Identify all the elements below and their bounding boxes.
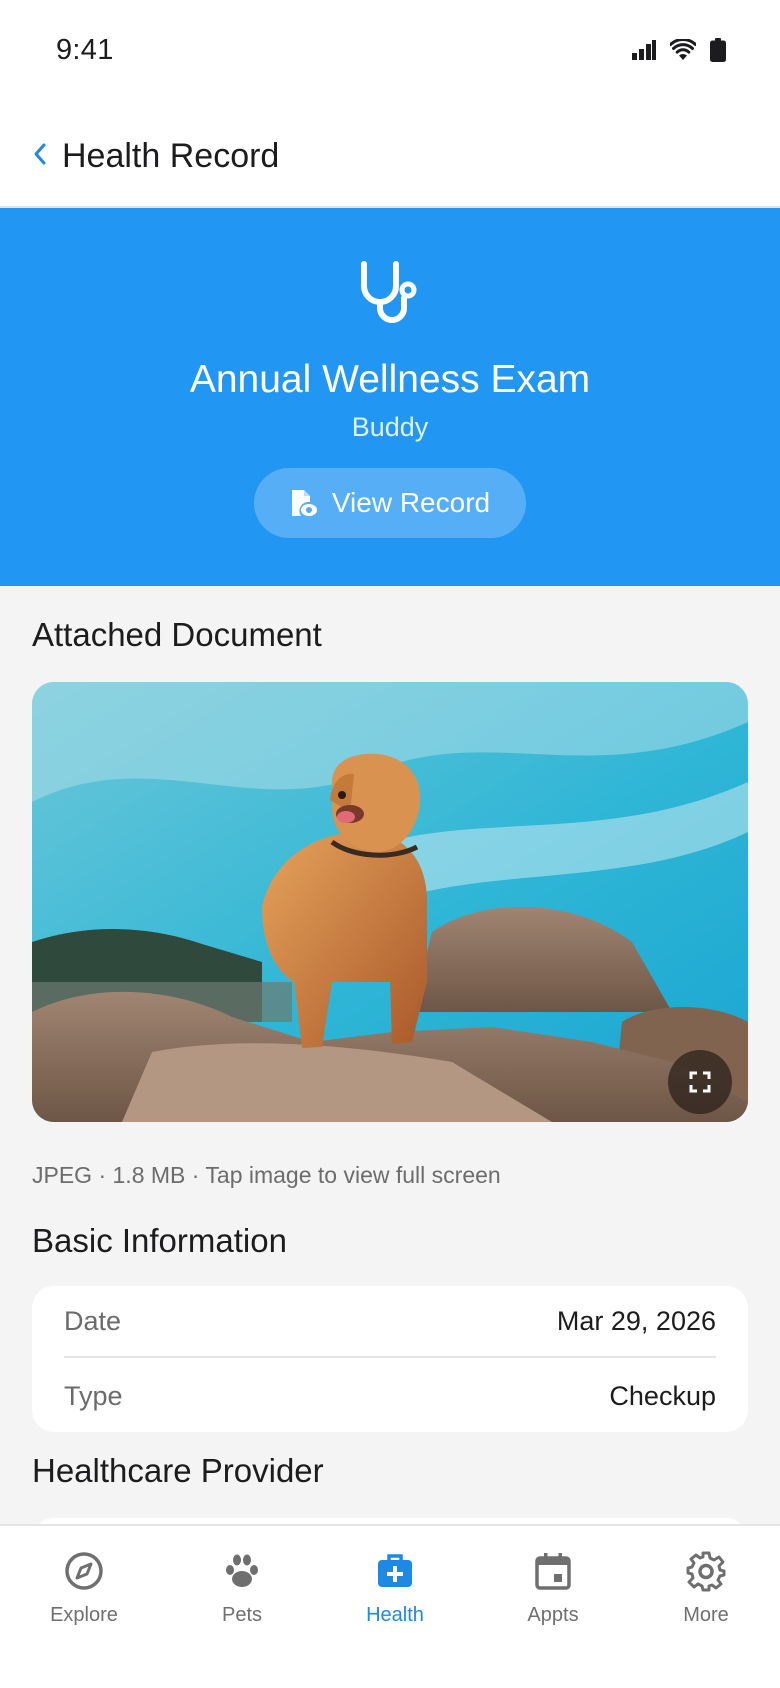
section-title-basic-information: Basic Information (32, 1222, 287, 1259)
nav-item-pets[interactable]: Pets (177, 1550, 307, 1650)
back-button[interactable] (26, 132, 54, 176)
file-eye-icon (291, 490, 317, 516)
basic-information-card: Date Mar 29, 2026 Type Checkup (32, 1286, 748, 1432)
view-record-label: View Record (331, 487, 491, 518)
nav-label: Pets (221, 1604, 263, 1626)
record-title: Annual Wellness Exam (189, 358, 591, 401)
expand-icon (689, 1071, 711, 1093)
status-time: 9:41 (56, 34, 114, 66)
status-bar: 9:41 (0, 0, 780, 104)
section-title-attached-document: Attached Document (32, 616, 322, 653)
document-meta: JPEG · 1.8 MB · Tap image to view full s… (32, 1162, 501, 1188)
cellular-signal-icon (632, 40, 656, 60)
phone-screen: 9:41 Health Record Annual Wellness Exam … (0, 0, 780, 1688)
info-value: Mar 29, 2026 (556, 1305, 716, 1336)
status-icons (632, 38, 726, 62)
battery-icon (710, 38, 726, 62)
bottom-navigation: Explore Pets Health Appts More (0, 1524, 780, 1688)
record-header: Annual Wellness Exam Buddy View Record (0, 208, 780, 586)
nav-item-appts[interactable]: Appts (488, 1550, 618, 1650)
nav-label: Appts (527, 1604, 579, 1626)
stethoscope-icon (361, 261, 417, 323)
info-value: Checkup (609, 1380, 716, 1411)
gear-icon (686, 1551, 726, 1592)
nav-label: Explore (50, 1604, 118, 1626)
app-bar: Health Record (0, 104, 780, 208)
paw-icon (226, 1554, 258, 1587)
compass-icon (65, 1552, 103, 1590)
info-label: Date (64, 1305, 122, 1336)
nav-label: More (683, 1604, 729, 1626)
chevron-left-icon (34, 143, 46, 165)
calendar-icon (535, 1553, 571, 1590)
page-title: Health Record (62, 137, 280, 175)
nav-item-health[interactable]: Health (330, 1550, 460, 1650)
wifi-icon (670, 39, 696, 60)
nav-item-explore[interactable]: Explore (19, 1550, 149, 1650)
dog-photo (32, 682, 748, 1122)
nav-label: Health (366, 1604, 424, 1626)
pet-name: Buddy (351, 412, 429, 442)
nav-item-more[interactable]: More (641, 1550, 771, 1650)
medical-bag-icon (378, 1554, 412, 1587)
info-label: Type (64, 1380, 123, 1411)
info-row-type: Type Checkup (64, 1360, 716, 1432)
section-title-healthcare-provider: Healthcare Provider (32, 1452, 324, 1489)
fullscreen-button[interactable] (668, 1050, 732, 1114)
record-content[interactable]: Attached Document JPEG · 1.8 MB · Tap im… (0, 586, 780, 1524)
info-row-date: Date Mar 29, 2026 (64, 1286, 716, 1358)
view-record-button[interactable]: View Record (254, 468, 526, 538)
attached-document-image[interactable] (32, 682, 748, 1122)
